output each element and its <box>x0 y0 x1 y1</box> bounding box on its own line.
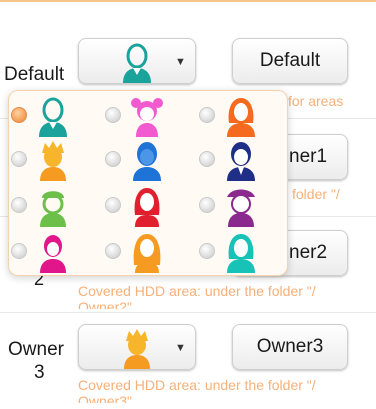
owner3-button[interactable]: Owner3 <box>232 324 348 370</box>
radio-unselected[interactable] <box>199 107 215 123</box>
avatar-option-navy-man[interactable] <box>197 137 287 181</box>
avatar-option-orange-woman[interactable] <box>197 93 287 137</box>
avatar-option-blue-man[interactable] <box>103 137 193 181</box>
radio-selected[interactable] <box>11 107 27 123</box>
avatar-option-teal-man[interactable] <box>9 93 99 137</box>
chevron-down-icon: ▼ <box>175 56 186 68</box>
yellow-avatar-icon <box>124 329 150 369</box>
avatar-option-magenta[interactable] <box>9 229 99 273</box>
top-separator <box>0 0 376 6</box>
avatar-option-cyan-woman[interactable] <box>197 229 287 273</box>
avatar-select-default[interactable]: ▼ <box>78 38 196 84</box>
radio-unselected[interactable] <box>11 151 27 167</box>
teal-avatar-icon <box>123 43 151 83</box>
magenta-avatar-icon <box>40 235 66 273</box>
green-cap-avatar-icon <box>40 191 66 227</box>
red-woman-avatar-icon <box>134 188 160 227</box>
radio-unselected[interactable] <box>105 107 121 123</box>
radio-unselected[interactable] <box>11 243 27 259</box>
hdd-area-note-owner3-line1: Covered HDD area: under the folder "/ <box>78 377 316 393</box>
row-separator <box>0 312 376 313</box>
radio-unselected[interactable] <box>199 197 215 213</box>
avatar-option-pink-girl[interactable] <box>103 93 193 137</box>
radio-unselected[interactable] <box>11 197 27 213</box>
radio-unselected[interactable] <box>199 151 215 167</box>
radio-unselected[interactable] <box>105 151 121 167</box>
cyan-woman-avatar-icon <box>227 234 255 273</box>
avatar-picker-popup <box>8 90 288 276</box>
purple-hat-avatar-icon <box>227 189 255 227</box>
avatar-option-red-woman[interactable] <box>103 183 193 227</box>
hdd-area-note-owner1: folder "/ <box>292 186 340 202</box>
default-button[interactable]: Default <box>232 38 348 84</box>
navy-man-avatar-icon <box>227 142 255 181</box>
teal-man-avatar-icon <box>39 97 67 137</box>
avatar-option-green-cap[interactable] <box>9 183 99 227</box>
row-label-owner3-line1: Owner <box>8 339 64 360</box>
radio-unselected[interactable] <box>105 243 121 259</box>
blue-man-avatar-icon <box>133 142 161 181</box>
hdd-area-note-owner2-line2: Owner2" <box>78 299 132 309</box>
pink-girl-avatar-icon <box>131 98 163 137</box>
radio-unselected[interactable] <box>199 243 215 259</box>
radio-unselected[interactable] <box>105 197 121 213</box>
hdd-area-note-owner3-line2: Owner3" <box>78 393 132 403</box>
orange-longhair-avatar-icon <box>133 234 161 273</box>
hdd-area-note-owner2-line1: Covered HDD area: under the folder "/ <box>78 283 316 299</box>
row-label-default: Default <box>4 64 65 85</box>
yellow-spiky-avatar-icon <box>40 141 66 181</box>
row-label-owner3-line2: 3 <box>34 362 45 383</box>
avatar-option-orange-longhair[interactable] <box>103 229 193 273</box>
hdd-area-note-default: for areas <box>288 93 344 109</box>
chevron-down-icon: ▼ <box>175 342 186 354</box>
orange-woman-avatar-icon <box>227 98 255 137</box>
avatar-option-yellow-spiky[interactable] <box>9 137 99 181</box>
avatar-option-purple-hat[interactable] <box>197 183 287 227</box>
avatar-select-owner3[interactable]: ▼ <box>78 324 196 370</box>
